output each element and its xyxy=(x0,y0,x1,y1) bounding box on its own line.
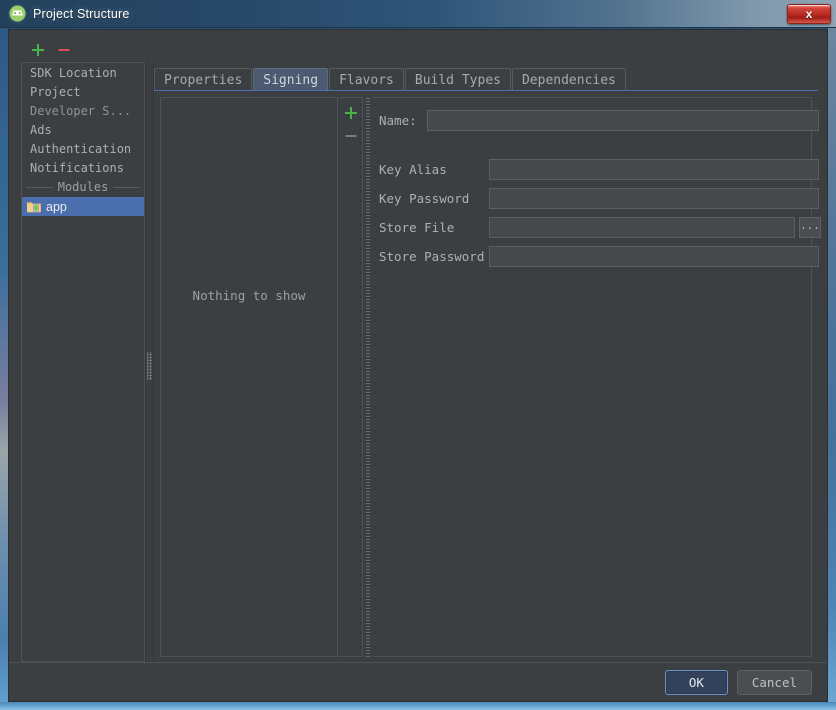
project-structure-dialog: SDK Location Project Developer S... Ads … xyxy=(8,29,828,702)
sidebar-tree-panel: SDK Location Project Developer S... Ads … xyxy=(21,62,145,662)
tab-label: Properties xyxy=(164,72,243,88)
signing-configs-list[interactable]: Nothing to show xyxy=(160,97,338,657)
window-frame: Project Structure x SDK Location Project xyxy=(0,0,836,710)
store-file-label: Store File xyxy=(379,220,455,235)
store-password-input[interactable] xyxy=(489,246,819,267)
tab-label: Build Types xyxy=(414,72,501,88)
key-alias-field-row: Key Alias xyxy=(379,159,819,180)
signing-config-form: Name: Key Alias Key Password Store File … xyxy=(373,97,821,657)
store-file-field-row: Store File ... xyxy=(379,217,821,238)
signing-tab-content: Nothing to show Name: Key Alias Key Pass… xyxy=(154,90,821,662)
add-signing-config-icon[interactable] xyxy=(343,105,359,121)
sidebar-item-label: app xyxy=(46,199,67,214)
content-splitter[interactable] xyxy=(364,97,372,657)
sidebar-item-label: Project xyxy=(30,84,81,99)
key-alias-label: Key Alias xyxy=(379,162,447,177)
sidebar-toolbar xyxy=(21,38,145,62)
sidebar-item-notifications[interactable]: Notifications xyxy=(22,158,144,177)
remove-signing-config-icon[interactable] xyxy=(343,128,359,144)
name-field-row: Name: xyxy=(379,110,819,131)
splitter-grip[interactable] xyxy=(147,352,152,380)
key-password-label: Key Password xyxy=(379,191,470,206)
sidebar-item-label: Ads xyxy=(30,122,52,137)
store-file-input[interactable] xyxy=(489,217,795,238)
key-password-field-row: Key Password xyxy=(379,188,819,209)
sidebar-separator-label: Modules xyxy=(57,180,109,194)
separator-line-left xyxy=(26,186,53,188)
tab-signing[interactable]: Signing xyxy=(253,68,329,91)
store-password-label: Store Password xyxy=(379,249,485,264)
sidebar-item-authentication[interactable]: Authentication xyxy=(22,139,144,158)
dialog-button-bar: OK Cancel xyxy=(9,662,827,701)
store-password-field-row: Store Password xyxy=(379,246,819,267)
tab-properties[interactable]: Properties xyxy=(154,68,253,91)
sidebar-item-label: Authentication xyxy=(30,141,132,156)
android-studio-icon xyxy=(7,3,28,24)
close-icon: x xyxy=(805,6,813,21)
ellipsis-icon: ... xyxy=(800,218,820,232)
splitter-grip[interactable] xyxy=(366,97,370,657)
title-bar[interactable]: Project Structure x xyxy=(0,0,836,28)
splitter-edge-left xyxy=(145,62,146,662)
name-input[interactable] xyxy=(427,110,819,131)
tab-build-types[interactable]: Build Types xyxy=(404,68,511,91)
window-frame-bottom-edge xyxy=(0,702,836,710)
signing-list-toolbar xyxy=(339,97,363,657)
sidebar-item-label: SDK Location xyxy=(30,65,117,80)
window-frame-left-edge xyxy=(0,28,8,710)
tab-dependencies[interactable]: Dependencies xyxy=(511,68,626,91)
tab-label: Dependencies xyxy=(521,72,616,88)
sidebar-item-ads[interactable]: Ads xyxy=(22,120,144,139)
empty-state-text: Nothing to show xyxy=(192,288,306,303)
sidebar-modules-separator: Modules xyxy=(22,177,144,197)
key-password-input[interactable] xyxy=(489,188,819,209)
sidebar-item-sdk-location[interactable]: SDK Location xyxy=(22,63,144,82)
window-frame-right-edge xyxy=(828,28,836,710)
add-module-icon[interactable] xyxy=(30,42,46,58)
tab-label: Flavors xyxy=(339,72,394,88)
cancel-button[interactable]: Cancel xyxy=(736,669,812,695)
tab-label: Signing xyxy=(263,72,319,88)
sidebar-item-app-module[interactable]: app xyxy=(22,197,144,216)
close-window-button[interactable]: x xyxy=(787,3,831,24)
sidebar-item-label: Developer S... xyxy=(30,103,132,118)
sidebar-item-label: Notifications xyxy=(30,160,124,175)
window-title: Project Structure xyxy=(33,6,130,21)
sidebar-item-project[interactable]: Project xyxy=(22,82,144,101)
store-file-browse-button[interactable]: ... xyxy=(799,217,821,238)
sidebar-splitter[interactable] xyxy=(145,62,154,662)
name-label: Name: xyxy=(379,113,417,128)
key-alias-input[interactable] xyxy=(489,159,819,180)
tab-bar: Properties Signing Flavors Build Types D… xyxy=(154,68,627,91)
ok-button[interactable]: OK xyxy=(664,669,728,695)
separator-line-right xyxy=(113,186,141,188)
module-folder-icon xyxy=(27,202,41,213)
remove-module-icon[interactable] xyxy=(56,42,72,58)
sidebar-item-developer-services[interactable]: Developer S... xyxy=(22,101,144,120)
tab-flavors[interactable]: Flavors xyxy=(329,68,404,91)
